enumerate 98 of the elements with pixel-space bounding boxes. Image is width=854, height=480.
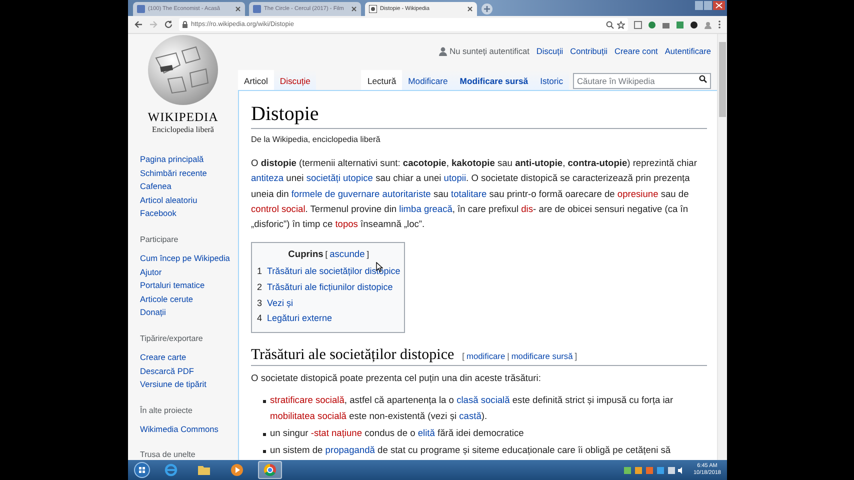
link[interactable]: totalitare [451, 188, 487, 199]
logo-wordmark: WIKIPEDIA [148, 110, 218, 125]
close-icon[interactable] [235, 6, 241, 12]
bracket: ] [366, 248, 370, 262]
start-button-icon[interactable] [134, 462, 150, 478]
contents-number: 2 [257, 281, 262, 294]
back-icon[interactable] [134, 20, 143, 29]
list-item-text: un singur -stat națiune condus de o elită fără idei democratice [270, 426, 524, 440]
missing-page-link[interactable]: dis [521, 204, 534, 214]
browser-icon [164, 463, 178, 478]
personal-link[interactable]: Discuții [536, 46, 564, 56]
taskbar-app[interactable] [258, 461, 282, 480]
new-tab-icon[interactable] [481, 3, 493, 15]
view-tab[interactable]: Lectură [361, 70, 402, 90]
contents-number: 3 [257, 296, 262, 310]
search-icon[interactable] [699, 75, 707, 83]
hide-link[interactable]: ascunde [330, 247, 365, 262]
contents-number: 4 [257, 312, 262, 326]
contents-number: 1 [257, 265, 262, 278]
login-status: Nu sunteți autentificat [450, 46, 530, 56]
star-icon[interactable] [617, 20, 625, 28]
missing-page-link[interactable]: mobilitatea socială [270, 410, 346, 421]
page-subtitle: De la Wikipedia, enciclopedia liberă [251, 135, 382, 144]
play-icon [230, 463, 244, 478]
section-heading: Trăsături ale societăților distopice [251, 346, 454, 364]
sidebar-link[interactable]: Cum încep pe Wikipedia [140, 252, 238, 266]
sidebar-link[interactable]: Portaluri tematice [140, 279, 238, 293]
link[interactable]: elită [418, 428, 435, 438]
separator: | [507, 350, 510, 361]
personal-link[interactable]: Creare cont [614, 46, 658, 56]
sidebar-link[interactable]: Facebook [140, 207, 238, 221]
link[interactable]: clasă socială [456, 395, 510, 406]
close-icon[interactable] [467, 6, 473, 12]
bullet-icon [263, 400, 266, 404]
page-favicon-icon [253, 5, 261, 13]
user-icon [438, 46, 447, 56]
contents-link[interactable]: Legături externe [267, 311, 332, 327]
link[interactable]: limba greacă [399, 204, 452, 214]
chrome-icon [263, 463, 277, 478]
sidebar-link[interactable]: Cafenea [140, 180, 238, 194]
sidebar-link[interactable]: Schimbări recente [140, 166, 238, 180]
globe-logo-icon [146, 34, 220, 107]
link[interactable]: formele de guvernare autoritariste [291, 188, 431, 199]
sidebar-link[interactable]: Donații [140, 306, 238, 320]
sidebar-link[interactable]: Articol aleatoriu [140, 194, 238, 208]
reload-icon[interactable] [164, 20, 173, 29]
sidebar-link[interactable]: Descarcă PDF [140, 364, 238, 378]
page-tab[interactable]: Articol [238, 70, 274, 90]
scrollbar-thumb[interactable] [719, 42, 726, 117]
list-item-text: stratificare socială, astfel că apartenența la o clasă socială este definită strict și impusă cu forța iar mobilitatea socială este non-existentă (vezi și castă). [270, 394, 674, 423]
bullet-icon [263, 432, 266, 436]
sidebar-link[interactable]: Articole cerute [140, 292, 238, 306]
intro-paragraph: O distopie (termenii alternativi sunt: cacotopie, kakotopie sau anti-utopie, contra-utopie) reprezintă chiar antiteza unei societăți utopice sau chiar a unei utopii. O societate distopică se caracterizează prin prezența uneia din formele de guvernare autoritariste sau totalitare sau printr-o formă oarecare de opresiune sau de control social. Termenul provine din limba greacă, în care prefixul dis- are de obicei sensuri negative (ca în „disforic”) în timp ce topos înseamnă „loc”. [251, 157, 698, 232]
contents-link[interactable]: Trăsături ale ficțiunilor distopice [267, 280, 393, 296]
edit-link[interactable]: modificare [466, 350, 506, 361]
bracket: ] [574, 350, 578, 361]
zoom-icon[interactable] [606, 20, 614, 28]
list-item-text: un sistem de propagandă de stat cu programe și siteme educaționale care îi obligă pe cetățeni să [270, 444, 671, 457]
missing-page-link[interactable]: control social [251, 204, 306, 214]
bracket: [ [462, 350, 464, 361]
lock-icon [182, 21, 188, 28]
sidebar-link[interactable]: Wikimedia Commons [140, 422, 238, 436]
link[interactable]: utopii [444, 173, 466, 184]
contents-link[interactable]: Trăsături ale societăților distopice [267, 264, 400, 280]
tray-icons-drawing[interactable] [624, 466, 684, 475]
personal-link[interactable]: Contribuții [570, 46, 608, 56]
missing-page-link[interactable]: opresiune [617, 188, 658, 199]
edit-link[interactable]: modificare sursă [511, 350, 573, 361]
window-controls-drawing[interactable] [695, 1, 725, 12]
bullet-icon [263, 450, 266, 453]
link[interactable]: societăți utopice [306, 173, 373, 184]
menu-icon[interactable] [718, 20, 721, 29]
sidebar-link[interactable]: Versiune de tipărit [140, 378, 238, 392]
missing-page-link[interactable]: stratificare socială [270, 395, 344, 406]
link[interactable]: antiteza [251, 173, 284, 184]
link[interactable]: castă [459, 410, 482, 421]
sidebar-link[interactable]: Ajutor [140, 266, 238, 280]
link[interactable]: propagandă [325, 444, 375, 455]
missing-page-link[interactable]: -stat națiune [310, 428, 362, 438]
search-field[interactable]: Căutare în Wikipedia [573, 73, 711, 89]
paragraph: O societate distopică poate prezenta cel puțin una din aceste trăsături: [251, 372, 542, 385]
sidebar-heading: Tipărire/exportare [140, 334, 204, 345]
contents-title: Cuprins [288, 248, 324, 262]
page-favicon-icon [137, 5, 145, 13]
profile-icon[interactable] [704, 20, 712, 28]
contents-link[interactable]: Vezi și [267, 296, 294, 312]
sidebar-link[interactable]: Pagina principală [140, 153, 238, 167]
sidebar-link[interactable]: Creare carte [140, 350, 238, 365]
sidebar-heading: Trusa de unelte [140, 450, 196, 460]
bracket: [ [325, 248, 328, 262]
sidebar-heading: În alte proiecte [140, 406, 194, 417]
close-icon[interactable] [351, 6, 357, 12]
folder-icon [197, 463, 211, 478]
logo-tagline: Enciclopedia liberă [152, 125, 214, 134]
missing-page-link[interactable]: topos [335, 219, 358, 230]
page-title: Distopie [251, 103, 707, 129]
personal-link[interactable]: Autentificare [664, 46, 711, 56]
sidebar-heading: Participare [140, 234, 180, 246]
